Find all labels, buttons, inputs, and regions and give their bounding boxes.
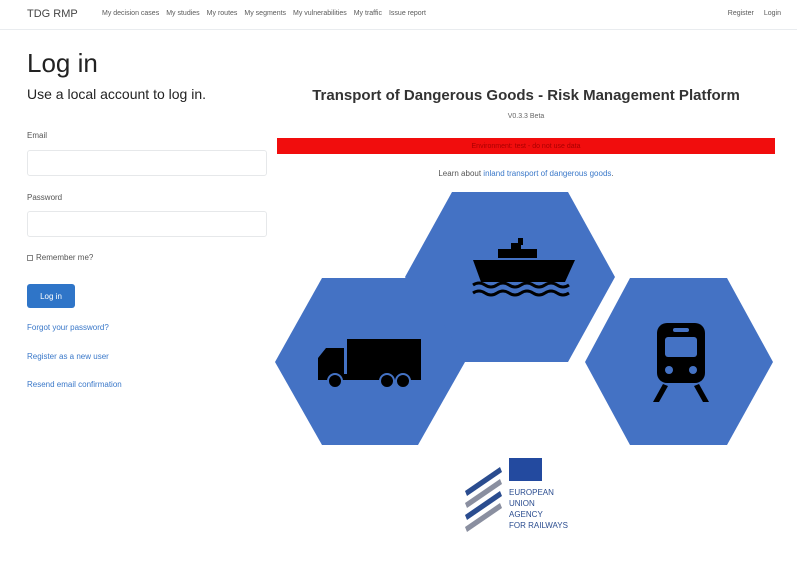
nav-links: My decision cases My studies My routes M… [102,10,426,17]
logo-line-4: FOR RAILWAYS [509,521,568,530]
resend-confirmation-link[interactable]: Resend email confirmation [27,380,122,389]
remember-me[interactable]: Remember me? [27,253,93,262]
nav-link-studies[interactable]: My studies [166,10,199,17]
brand-link[interactable]: TDG RMP [27,8,78,20]
learn-about: Learn about inland transport of dangerou… [277,169,775,178]
password-label: Password [27,193,63,202]
nav-link-traffic[interactable]: My traffic [354,10,382,17]
nav-link-routes[interactable]: My routes [207,10,238,17]
nav-login-link[interactable]: Login [764,10,781,17]
rail-hexagon [585,278,773,445]
page-title: Log in [27,48,98,78]
logo-line-3: AGENCY [509,510,543,519]
eu-flag-icon [509,458,542,481]
platform-title: Transport of Dangerous Goods - Risk Mana… [312,87,740,104]
register-link[interactable]: Register as a new user [27,352,109,361]
remember-label: Remember me? [36,253,94,262]
environment-banner-text: Environment: test - do not use data [471,142,581,150]
nav-account: Register Login [728,10,781,17]
navbar: TDG RMP My decision cases My studies My … [0,0,797,30]
learn-suffix: . [611,169,614,178]
nav-link-vulnerabilities[interactable]: My vulnerabilities [293,10,347,17]
learn-prefix: Learn about [438,169,484,178]
learn-link[interactable]: inland transport of dangerous goods [483,169,611,178]
version-label: V0.3.3 Beta [507,113,545,120]
era-logo: EUROPEAN UNION AGENCY FOR RAILWAYS [465,458,568,532]
login-subtitle: Use a local account to log in. [27,86,206,102]
email-label: Email [27,131,48,140]
login-button[interactable]: Log in [27,284,75,308]
era-logo-stripes [465,467,502,532]
nav-link-segments[interactable]: My segments [244,10,286,17]
password-field[interactable] [27,211,267,237]
transport-modes-graphic [275,192,773,445]
remember-checkbox[interactable] [27,254,33,261]
nav-link-decision-cases[interactable]: My decision cases [102,10,159,17]
email-field[interactable] [27,150,267,176]
nav-register-link[interactable]: Register [728,10,754,17]
nav-link-issue-report[interactable]: Issue report [389,10,426,17]
forgot-password-link[interactable]: Forgot your password? [27,323,109,332]
environment-banner: Environment: test - do not use data [277,138,775,154]
logo-line-2: UNION [509,499,535,508]
logo-line-1: EUROPEAN [509,488,554,497]
